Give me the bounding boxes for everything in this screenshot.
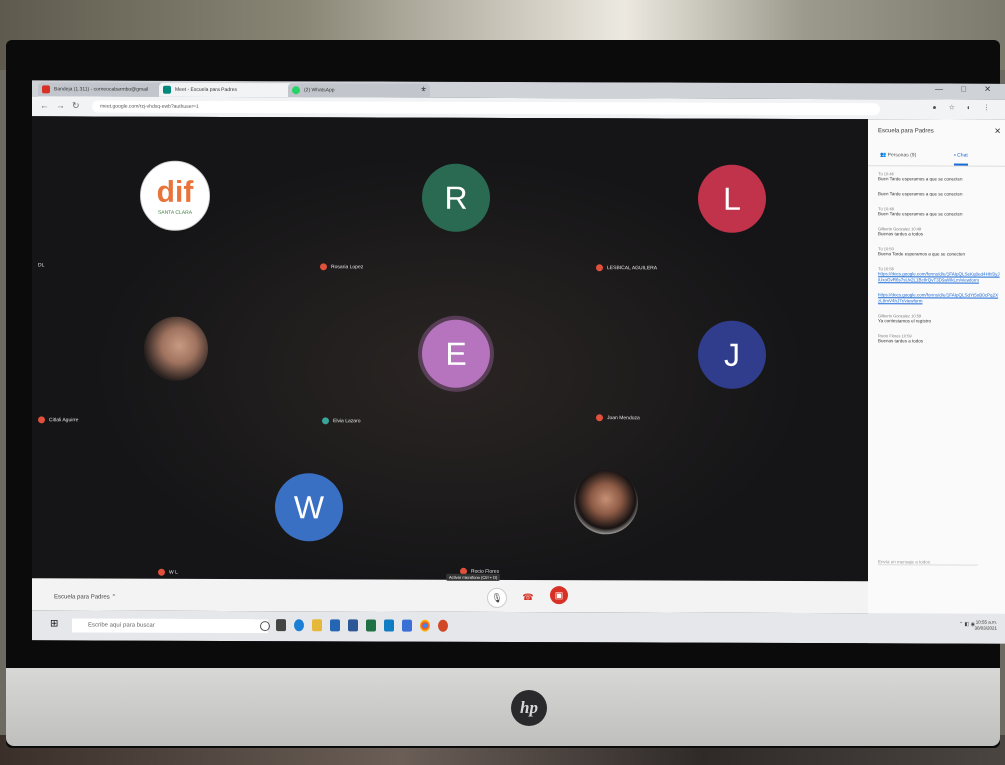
- svg-text:dif: dif: [157, 176, 195, 209]
- task-view-icon[interactable]: [276, 619, 286, 632]
- chat-message: Gilberto Gonzalez 10:59 Ya contestamos el…: [878, 313, 931, 324]
- participant-avatar-j: J: [698, 320, 766, 389]
- whatsapp-icon: [292, 86, 300, 95]
- chat-link[interactable]: https://docs.google.com/forms/d/e/1FAIpQ…: [878, 271, 1000, 283]
- panel-tabs: 👥 Personas (9) ▪ Chat: [868, 145, 1005, 167]
- dif-logo-icon: dif SANTA CLARA: [141, 161, 209, 230]
- chat-message: Tú 10:56 https://docs.google.com/forms/d/…: [878, 266, 1000, 283]
- outlook-icon[interactable]: [402, 619, 412, 632]
- system-tray[interactable]: ⌃ ◧ ◉: [959, 622, 975, 628]
- chat-panel: Escuela para Padres ✕ 👥 Personas (9) ▪ C…: [868, 119, 1005, 644]
- reload-icon[interactable]: ↻: [72, 100, 80, 111]
- meeting-name[interactable]: Escuela para Padres ⌃: [54, 593, 116, 600]
- store-icon[interactable]: [330, 619, 340, 632]
- participant-photo-citlali: [144, 316, 208, 381]
- taskbar-search[interactable]: Escribe aquí para buscar: [72, 618, 268, 634]
- participant-label: LESBICAL AGUILERA: [596, 264, 657, 271]
- microphone-icon: 🎙: [491, 592, 503, 603]
- tab-label: (2) WhatsApp: [304, 87, 335, 94]
- meeting-stage: dif SANTA CLARA DL R Rosaria Lopez L LES…: [32, 116, 868, 582]
- participant-label: W L: [158, 568, 178, 576]
- participant-label: Rosaria Lopez: [320, 263, 363, 271]
- chat-message: Tú 10:48 Buen Tarde esperamos a que se co…: [878, 206, 963, 217]
- tab-people[interactable]: 👥 Personas (9): [880, 152, 916, 158]
- tab-chat[interactable]: ▪ Chat: [954, 152, 968, 166]
- hangup-button[interactable]: ☎: [519, 588, 537, 606]
- monitor-chin: [6, 668, 1000, 746]
- mic-off-icon: [320, 263, 327, 271]
- tab-label: Bandeja (1.311) - corneocabarmbo@gmail: [54, 86, 149, 93]
- close-icon[interactable]: ✕: [994, 127, 1001, 136]
- chat-message: Tú 10:50 Buena Tarde esperamos a que se c…: [878, 246, 965, 257]
- participant-logo-dif: dif SANTA CLARA: [140, 160, 210, 231]
- browser-tab-whatsapp[interactable]: (2) WhatsApp ✕: [288, 83, 430, 98]
- mic-off-icon: [158, 568, 165, 576]
- participant-avatar-e: E: [422, 319, 490, 388]
- windows-start-icon[interactable]: ⊞: [50, 618, 58, 629]
- participant-avatar-l: L: [698, 164, 766, 233]
- cortana-icon[interactable]: [260, 621, 270, 632]
- participant-label: Elvia Lazaro: [322, 417, 361, 425]
- browser-tab-gmail[interactable]: Bandeja (1.311) - corneocabarmbo@gmail ✕: [38, 82, 172, 97]
- chat-message: Buen Tarde esperamos a que se conecten: [878, 191, 963, 197]
- meet-icon: [163, 85, 171, 94]
- edge-icon[interactable]: [294, 619, 304, 632]
- chat-input[interactable]: Envía un mensaje a todos: [878, 559, 978, 566]
- participant-label: DL: [38, 262, 45, 269]
- back-icon[interactable]: ←: [40, 100, 49, 110]
- powerpoint-icon[interactable]: [438, 619, 448, 632]
- chat-message: https://docs.google.com/forms/d/e/1FAIpQ…: [878, 292, 1000, 304]
- extensions-icons[interactable]: ● ☆ ◐ ⋮: [932, 103, 995, 111]
- camera-off-button[interactable]: ▣: [550, 586, 568, 605]
- participant-label: Joan Mendoza: [596, 414, 640, 422]
- chat-message: Gilberto Gonzalez 10:49 Buenas tardes a t…: [878, 226, 924, 237]
- people-icon: 👥: [880, 152, 888, 159]
- new-tab-button[interactable]: +: [421, 84, 426, 94]
- participant-avatar-r: R: [422, 163, 490, 232]
- taskbar-clock[interactable]: 10:55 a.m. 30/03/2021: [974, 620, 997, 632]
- chat-link[interactable]: https://docs.google.com/forms/d/e/1FAIpQ…: [878, 292, 1000, 304]
- window-controls[interactable]: — □ ✕: [935, 84, 999, 93]
- mic-off-icon: [38, 416, 45, 424]
- phone-hangup-icon: ☎: [522, 591, 534, 602]
- chrome-icon[interactable]: [420, 619, 430, 632]
- participant-photo-rocio: [574, 470, 638, 535]
- chat-message: Rocio Flores 10:59 Buenas tardes a todos: [878, 333, 924, 344]
- file-explorer-icon[interactable]: [312, 619, 322, 632]
- meeting-controls-bar: Escuela para Padres ⌃ Activar micrófono …: [32, 573, 868, 614]
- gmail-icon: [42, 85, 50, 94]
- word-icon[interactable]: [348, 619, 358, 632]
- chat-messages: Tú 10:46 Buen Tarde esperamos a que se co…: [878, 171, 1000, 353]
- tab-label: Meet - Escuela para Padres: [175, 86, 237, 94]
- microphone-button[interactable]: 🎙: [487, 587, 507, 608]
- participant-avatar-w: W: [275, 473, 343, 542]
- chat-message: Tú 10:46 Buen Tarde esperamos a que se co…: [878, 171, 963, 182]
- panel-title: Escuela para Padres: [878, 128, 934, 135]
- hp-logo: hp: [511, 690, 547, 726]
- forward-icon[interactable]: →: [56, 100, 65, 110]
- svg-text:SANTA CLARA: SANTA CLARA: [158, 210, 193, 216]
- teams-icon[interactable]: [384, 619, 394, 632]
- browser-tab-meet[interactable]: Meet - Escuela para Padres ✕: [159, 82, 301, 98]
- mic-tooltip: Activar micrófono (Ctrl + D): [446, 573, 501, 581]
- screen: Bandeja (1.311) - corneocabarmbo@gmail ✕…: [32, 80, 1005, 644]
- mic-on-icon: [322, 417, 329, 425]
- address-bar[interactable]: meet.google.com/rzj-vhdxq-ewb?authuser=1: [92, 100, 880, 116]
- mic-off-icon: [596, 264, 603, 272]
- participant-label: Citlali Aguirre: [38, 416, 78, 424]
- windows-taskbar: ⊞ Escribe aquí para buscar ⌃ ◧ ◉ 10:55 a…: [32, 610, 1005, 644]
- excel-icon[interactable]: [366, 619, 376, 632]
- camera-off-icon: ▣: [554, 589, 564, 600]
- mic-off-icon: [596, 414, 603, 422]
